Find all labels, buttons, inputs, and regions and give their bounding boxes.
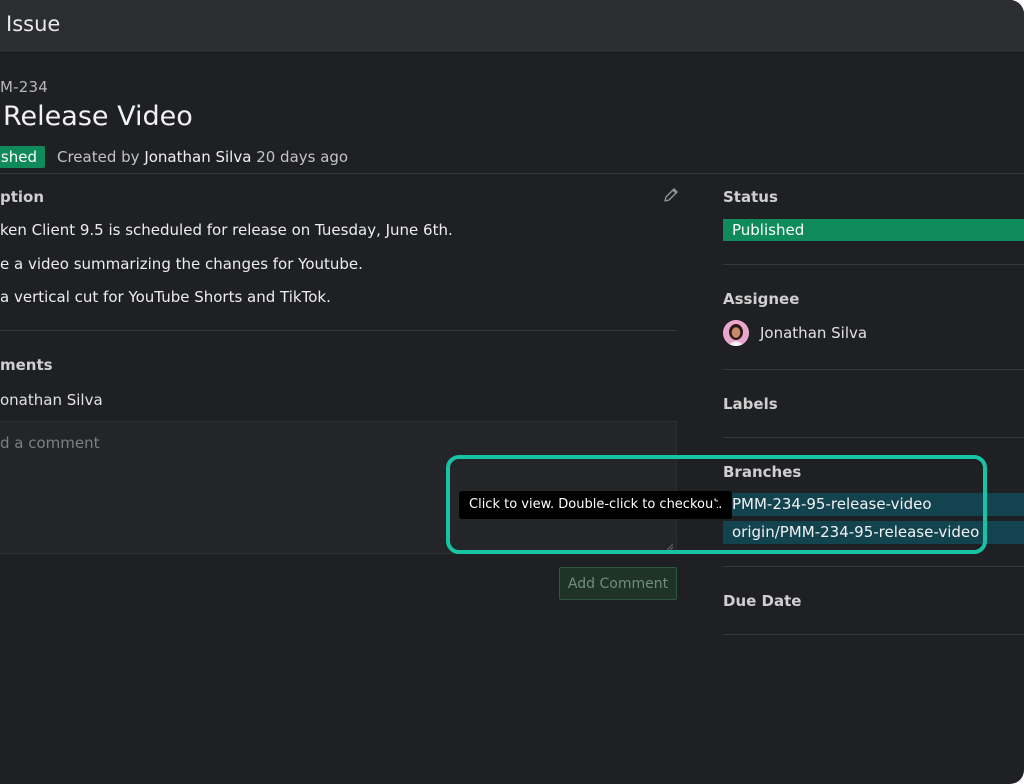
issue-window: Issue M-234 Release Video shed Created b… [0, 0, 1024, 784]
labels-label[interactable]: Labels [723, 395, 778, 413]
highlight-frame [446, 455, 987, 554]
divider [723, 369, 1024, 370]
comments-label: ments [0, 356, 53, 374]
description-line: e a video summarizing the changes for Yo… [0, 255, 363, 273]
created-info: Created by Jonathan Silva 20 days ago [57, 148, 348, 166]
status-badge: shed [0, 146, 45, 168]
description-label: ption [0, 188, 45, 206]
title-bar: Issue [0, 0, 1024, 53]
add-comment-button[interactable]: Add Comment [559, 567, 677, 600]
avatar-portrait-icon [723, 320, 749, 346]
divider [723, 634, 1024, 635]
description-line: a vertical cut for YouTube Shorts and Ti… [0, 288, 331, 306]
divider [723, 437, 1024, 438]
due-date-label[interactable]: Due Date [723, 592, 801, 610]
divider [723, 566, 1024, 567]
status-label: Status [723, 188, 778, 206]
comment-author: onathan Silva [0, 391, 103, 409]
created-prefix: Created by [57, 148, 140, 166]
assignee-label: Assignee [723, 290, 800, 308]
description-line: ken Client 9.5 is scheduled for release … [0, 221, 453, 239]
issue-key: M-234 [0, 78, 48, 96]
divider [0, 173, 1024, 174]
status-value[interactable]: Published [723, 219, 1024, 241]
issue-title[interactable]: Release Video [3, 101, 193, 132]
creator-name[interactable]: Jonathan Silva [144, 148, 251, 166]
created-ago: 20 days ago [256, 148, 349, 166]
divider [723, 264, 1024, 265]
window-title: Issue [6, 12, 61, 36]
divider [0, 330, 677, 331]
comment-placeholder: d a comment [0, 434, 100, 452]
user-avatar[interactable] [723, 320, 749, 346]
assignee-name[interactable]: Jonathan Silva [760, 324, 867, 342]
issue-meta: shed Created by Jonathan Silva 20 days a… [0, 146, 348, 168]
pencil-icon[interactable] [662, 186, 680, 204]
